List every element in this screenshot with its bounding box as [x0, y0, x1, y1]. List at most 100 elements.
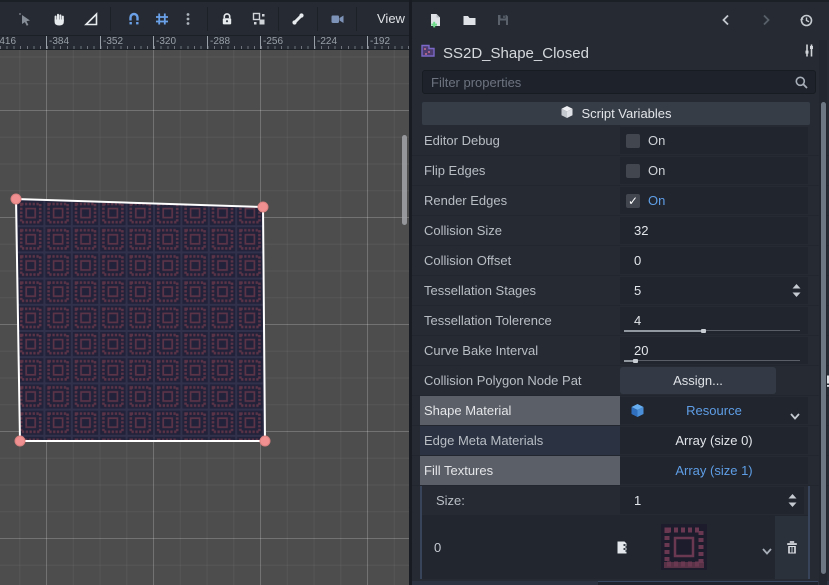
history-back-icon[interactable]: [713, 7, 739, 33]
toolbar-separator: [278, 7, 279, 31]
vertex-handle[interactable]: [11, 194, 21, 204]
property-row-collision-offset: Collision Offset 0: [412, 246, 829, 276]
canvas-vscrollbar-thumb[interactable]: [402, 135, 407, 225]
new-resource-icon[interactable]: [422, 7, 448, 33]
slider-field[interactable]: 20: [620, 337, 808, 364]
property-row-tessellation-tolerence: Tessellation Tolerence 4: [412, 306, 829, 336]
canvas-viewport[interactable]: [0, 50, 410, 585]
array-button[interactable]: Array (size 1): [620, 457, 808, 484]
ruler-label: -320: [153, 36, 176, 50]
vertex-handle[interactable]: [258, 202, 268, 212]
resource-picker[interactable]: Resource: [620, 397, 808, 424]
spin-field[interactable]: 1: [620, 487, 804, 514]
pan-tool-icon[interactable]: [46, 6, 72, 32]
spinbox-arrows-icon[interactable]: [792, 283, 801, 298]
checkbox-unchecked[interactable]: [626, 164, 640, 178]
slider-track[interactable]: [624, 330, 800, 331]
property-label: Collision Offset: [420, 246, 620, 275]
group-object-icon[interactable]: [246, 6, 272, 32]
spin-field[interactable]: 5: [620, 277, 808, 304]
slider-grabber[interactable]: [701, 329, 706, 333]
checkbox-field[interactable]: ✓ On: [620, 187, 808, 214]
nodepath-field: Assign...: [620, 367, 808, 394]
ruler-tool-icon[interactable]: [78, 6, 104, 32]
property-row-edge-meta-materials: Edge Meta Materials Array (size 0): [412, 426, 829, 456]
field-value: 1: [634, 487, 641, 514]
ruler-label: -384: [46, 36, 69, 50]
save-resource-icon[interactable]: [490, 7, 516, 33]
slider-fill: [624, 360, 633, 362]
section-script-variables[interactable]: Script Variables: [422, 102, 810, 125]
history-icon[interactable]: [793, 7, 819, 33]
shape-node-icon: [420, 42, 437, 64]
property-label: Shape Material: [420, 396, 620, 425]
chevron-down-icon[interactable]: [762, 542, 772, 560]
checkbox-field[interactable]: On: [620, 127, 808, 154]
skeleton-bone-icon[interactable]: [285, 6, 311, 32]
inspector-vscrollbar-thumb[interactable]: [821, 102, 826, 574]
section-header-label: Script Variables: [581, 106, 671, 121]
grid-snap-icon[interactable]: [149, 6, 175, 32]
field-value: 32: [634, 217, 648, 244]
ruler-label: -288: [207, 36, 230, 50]
ruler-label: -192: [367, 36, 390, 50]
edited-object-name: SS2D_Shape_Closed: [443, 45, 801, 62]
array-value: Array (size 0): [620, 427, 808, 454]
array-subsection: Size: 1 0: [420, 486, 810, 579]
array-editor-region: Size: 1 0: [412, 486, 829, 580]
array-item-index: 0: [434, 516, 441, 579]
checkbox-field[interactable]: On: [620, 157, 808, 184]
property-label: Size:: [432, 486, 632, 515]
vertex-handle[interactable]: [15, 436, 25, 446]
array-button[interactable]: Array (size 0): [620, 427, 808, 454]
smart-snap-icon[interactable]: [121, 6, 147, 32]
remove-item-button[interactable]: [775, 516, 808, 579]
property-row-fill-textures: Fill Textures Array (size 1): [412, 456, 829, 486]
edited-object-row: SS2D_Shape_Closed: [420, 40, 821, 66]
toolbar-separator: [356, 7, 357, 31]
slider-track[interactable]: [624, 360, 800, 361]
property-label: Fill Textures: [420, 456, 620, 485]
edit-texture-icon[interactable]: [614, 539, 630, 561]
closed-shape-polygon[interactable]: [16, 199, 265, 441]
inspector-tools-icon[interactable]: [801, 42, 817, 64]
shape-node: [0, 50, 410, 585]
spinbox-arrows-icon[interactable]: [788, 493, 797, 508]
history-forward-icon[interactable]: [753, 7, 779, 33]
camera-override-icon[interactable]: [324, 6, 350, 32]
ruler-label: -256: [260, 36, 283, 50]
assign-button[interactable]: Assign...: [620, 367, 776, 394]
slider-fill: [624, 330, 701, 332]
snap-options-menu-icon[interactable]: [175, 6, 201, 32]
ruler-label: -416: [0, 36, 16, 50]
vertex-handle[interactable]: [260, 436, 270, 446]
property-label: Flip Edges: [420, 156, 620, 185]
property-label: Editor Debug: [420, 126, 620, 155]
toolbar-separator: [317, 7, 318, 31]
field-value: 5: [634, 277, 641, 304]
slider-grabber[interactable]: [633, 359, 638, 363]
property-list: Editor Debug On Flip Edges On Render Edg…: [412, 126, 829, 580]
chevron-down-icon[interactable]: [790, 407, 800, 425]
property-label: Tessellation Stages: [420, 276, 620, 305]
cube-icon: [560, 105, 574, 122]
filter-properties-input[interactable]: [423, 75, 794, 90]
property-row-tessellation-stages: Tessellation Stages 5: [412, 276, 829, 306]
number-field[interactable]: 0: [620, 247, 808, 274]
property-label: Tessellation Tolerence: [420, 306, 620, 335]
load-resource-icon[interactable]: [456, 7, 482, 33]
lock-object-icon[interactable]: [214, 6, 240, 32]
inspector-panel: SS2D_Shape_Closed Script Variables Edito…: [412, 0, 829, 585]
checkbox-unchecked[interactable]: [626, 134, 640, 148]
checkbox-checked[interactable]: ✓: [626, 194, 640, 208]
field-value: 0: [634, 247, 641, 274]
ruler-label: -352: [100, 36, 123, 50]
property-label: Curve Bake Interval: [420, 336, 620, 365]
number-field[interactable]: 32: [620, 217, 808, 244]
ruler-label: -224: [314, 36, 337, 50]
canvas-toolbar: View: [0, 0, 410, 36]
property-row-editor-debug: Editor Debug On: [412, 126, 829, 156]
texture-preview[interactable]: [661, 524, 707, 570]
slider-field[interactable]: 4: [620, 307, 808, 334]
select-tool-icon[interactable]: [12, 6, 38, 32]
